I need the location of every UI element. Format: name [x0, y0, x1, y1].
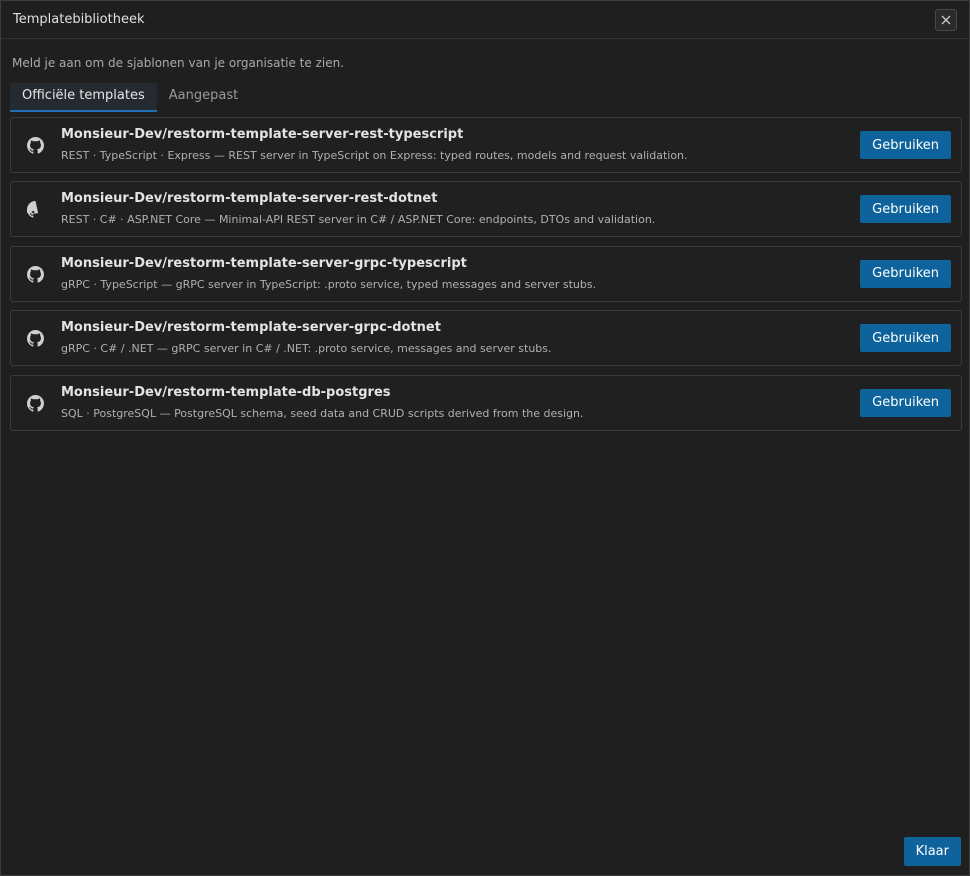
close-button[interactable] — [935, 8, 957, 31]
template-description: gRPC · TypeScript — gRPC server in TypeS… — [61, 277, 597, 291]
template-card: Monsieur-Dev/restorm-template-server-res… — [10, 117, 962, 173]
tab-official-templates[interactable]: Officiële templates — [10, 83, 157, 112]
github-icon — [27, 330, 44, 347]
dialog-titlebar: Templatebibliotheek — [1, 1, 969, 39]
github-icon — [27, 137, 44, 154]
tab-bar: Officiële templates Aangepast — [10, 83, 250, 112]
template-name: Monsieur-Dev/restorm-template-server-grp… — [61, 255, 467, 271]
github-icon — [27, 394, 44, 412]
use-template-button[interactable]: Gebruiken — [860, 195, 951, 224]
template-library-dialog: Templatebibliotheek Meld je aan om de sj… — [0, 0, 970, 876]
template-description: REST · C# · ASP.NET Core — Minimal-API R… — [61, 213, 656, 227]
template-card: Monsieur-Dev/restorm-template-server-grp… — [10, 245, 962, 302]
dialog-title: Templatebibliotheek — [13, 12, 145, 27]
use-template-button[interactable]: Gebruiken — [860, 131, 951, 159]
close-icon — [941, 15, 951, 24]
template-card: Monsieur-Dev/restorm-template-server-res… — [10, 181, 962, 238]
template-name: Monsieur-Dev/restorm-template-server-grp… — [61, 320, 441, 336]
use-template-button[interactable]: Gebruiken — [860, 388, 951, 417]
done-button[interactable]: Klaar — [903, 837, 961, 866]
github-icon — [27, 201, 39, 218]
template-description: SQL · PostgreSQL — PostgreSQL schema, se… — [61, 406, 584, 420]
template-list: Monsieur-Dev/restorm-template-server-res… — [10, 117, 962, 439]
use-template-button[interactable]: Gebruiken — [860, 324, 951, 353]
template-card: Monsieur-Dev/restorm-template-db-postgre… — [10, 374, 962, 431]
template-description: gRPC · C# / .NET — gRPC server in C# / .… — [61, 342, 552, 356]
template-name: Monsieur-Dev/restorm-template-server-res… — [61, 191, 438, 207]
tab-custom[interactable]: Aangepast — [157, 83, 250, 112]
template-name: Monsieur-Dev/restorm-template-server-res… — [61, 127, 464, 142]
template-description: REST · TypeScript · Express — REST serve… — [61, 149, 688, 162]
use-template-button[interactable]: Gebruiken — [860, 259, 951, 288]
template-card: Monsieur-Dev/restorm-template-server-grp… — [10, 310, 962, 367]
github-icon — [27, 265, 44, 283]
sign-in-notice: Meld je aan om de sjablonen van je organ… — [12, 56, 345, 70]
template-name: Monsieur-Dev/restorm-template-db-postgre… — [61, 384, 391, 400]
